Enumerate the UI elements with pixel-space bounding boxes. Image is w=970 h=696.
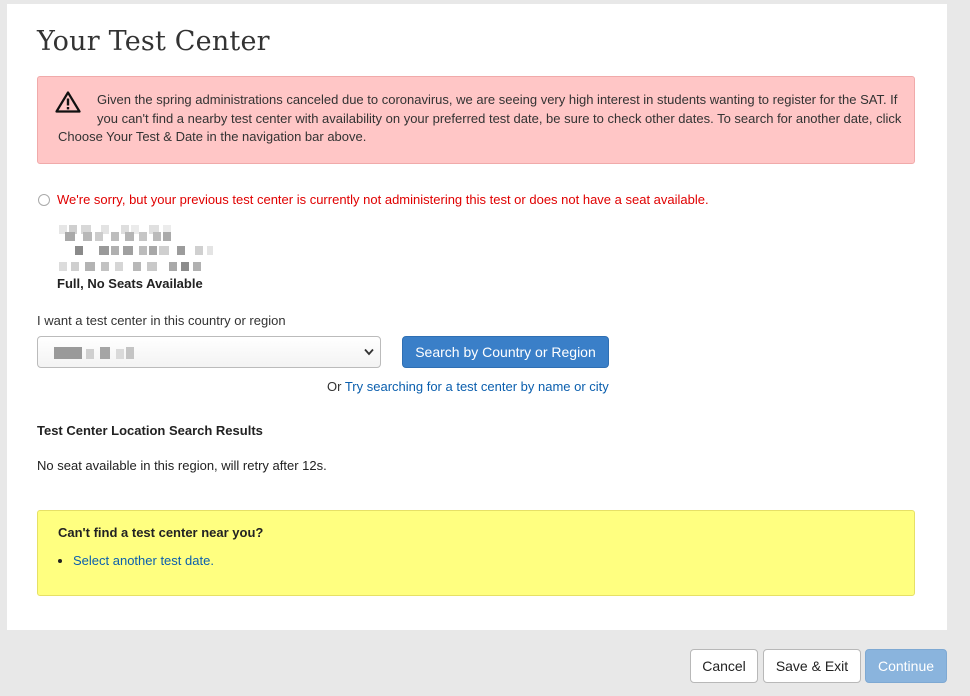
help-list: Select another test date. — [58, 552, 894, 570]
help-box: Can't find a test center near you? Selec… — [37, 510, 915, 596]
coronavirus-notice: Given the spring administrations cancele… — [37, 76, 915, 164]
country-label: I want a test center in this country or … — [37, 313, 286, 328]
search-by-name-link[interactable]: Try searching for a test center by name … — [345, 379, 609, 394]
warning-icon — [55, 91, 81, 113]
chevron-down-icon — [364, 348, 374, 356]
notice-text: Given the spring administrations cancele… — [58, 92, 902, 144]
previous-center-address-redacted — [53, 220, 213, 278]
help-heading: Can't find a test center near you? — [58, 525, 264, 540]
country-select[interactable] — [37, 336, 381, 368]
selected-country-redacted — [54, 347, 134, 359]
results-message: No seat available in this region, will r… — [37, 458, 327, 473]
alternate-search-line: Or Try searching for a test center by na… — [327, 379, 609, 394]
list-item: Select another test date. — [73, 552, 894, 570]
select-another-date-link[interactable]: Select another test date. — [73, 553, 214, 568]
save-exit-button[interactable]: Save & Exit — [763, 649, 861, 683]
results-heading: Test Center Location Search Results — [37, 423, 263, 438]
unavailable-message: We're sorry, but your previous test cent… — [57, 192, 709, 207]
previous-center-radio[interactable] — [38, 194, 50, 206]
seat-status: Full, No Seats Available — [57, 276, 203, 291]
continue-button[interactable]: Continue — [865, 649, 947, 683]
cancel-button[interactable]: Cancel — [690, 649, 758, 683]
or-prefix: Or — [327, 379, 345, 394]
page-title: Your Test Center — [37, 26, 270, 57]
search-by-country-button[interactable]: Search by Country or Region — [402, 336, 609, 368]
test-center-card: Your Test Center Given the spring admini… — [7, 4, 947, 630]
